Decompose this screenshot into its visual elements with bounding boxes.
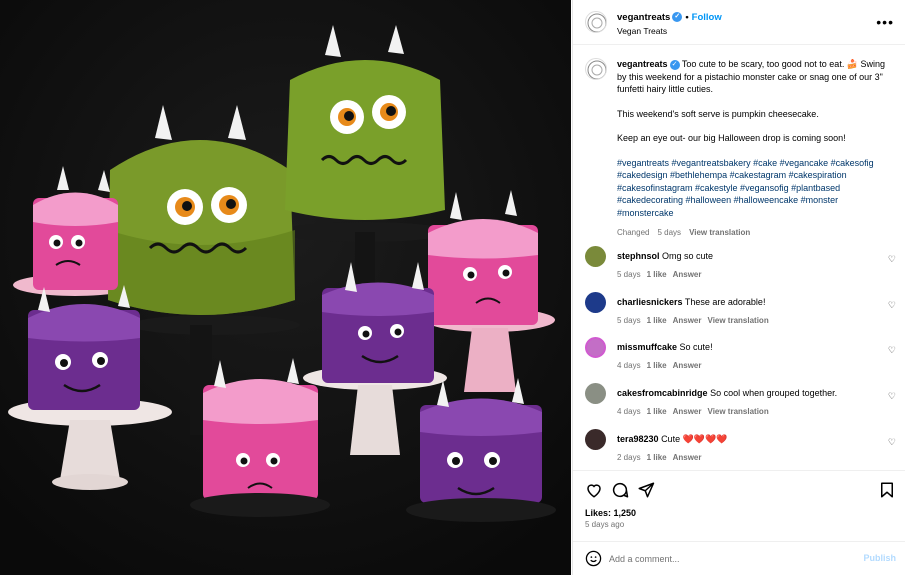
comment-likes[interactable]: 1 like bbox=[647, 453, 667, 462]
view-translation-link[interactable]: View translation bbox=[708, 407, 769, 416]
publish-button[interactable]: Publish bbox=[863, 553, 896, 563]
reply-button[interactable]: Answer bbox=[673, 407, 702, 416]
commenter-username[interactable]: charliesnickers bbox=[617, 297, 683, 307]
vegan-treats-logo-icon bbox=[587, 13, 606, 32]
add-comment-input[interactable] bbox=[609, 551, 849, 567]
post-actions bbox=[573, 470, 905, 506]
like-comment-heart-icon[interactable]: ♡ bbox=[888, 437, 896, 448]
comment-text-line: tera98230 Cute ❤️❤️❤️❤️ bbox=[617, 434, 727, 445]
comment-body: So cool when grouped together. bbox=[710, 388, 838, 398]
commenter-avatar[interactable] bbox=[585, 383, 606, 404]
comment-text-line: charliesnickers These are adorable! bbox=[617, 297, 765, 307]
follow-button[interactable]: Follow bbox=[692, 12, 722, 23]
commenter-avatar[interactable] bbox=[585, 246, 606, 267]
commenter-avatar[interactable] bbox=[585, 337, 606, 358]
comment-meta: 2 days 1 like Answer bbox=[617, 453, 708, 462]
comment-time: 2 days bbox=[617, 453, 641, 462]
caption-paragraph-1: vegantreats ✓ Too cute to be scary, too g… bbox=[617, 58, 892, 96]
comment-meta: 5 days 1 like Answer View translation bbox=[617, 316, 775, 325]
comment-item: missmuffcake So cute! 4 days 1 like Answer… bbox=[573, 337, 905, 377]
view-translation-link[interactable]: View translation bbox=[708, 316, 769, 325]
comment-item: tera98230 Cute ❤️❤️❤️❤️ 2 days 1 like Answ… bbox=[573, 429, 905, 469]
post-details-panel: vegantreats ✓ • Follow Vegan Treats ••• veg… bbox=[572, 0, 905, 575]
like-comment-heart-icon[interactable]: ♡ bbox=[888, 345, 896, 356]
share-send-icon[interactable] bbox=[637, 481, 655, 499]
comment-time: 4 days bbox=[617, 361, 641, 370]
commenter-username[interactable]: missmuffcake bbox=[617, 342, 677, 352]
save-bookmark-icon[interactable] bbox=[878, 481, 896, 499]
view-translation-link[interactable]: View translation bbox=[689, 228, 750, 237]
author-username[interactable]: vegantreats bbox=[617, 12, 670, 23]
comment-time: 5 days bbox=[617, 316, 641, 325]
comment-likes[interactable]: 1 like bbox=[647, 361, 667, 370]
commenter-username[interactable]: stephnsol bbox=[617, 251, 660, 261]
comment-item: cakesfromcabinridge So cool when grouped… bbox=[573, 383, 905, 423]
commenter-username[interactable]: cakesfromcabinridge bbox=[617, 388, 708, 398]
post-age: 5 days ago bbox=[585, 520, 625, 529]
post-header: vegantreats ✓ • Follow Vegan Treats ••• bbox=[573, 0, 905, 45]
commenter-username[interactable]: tera98230 bbox=[617, 434, 659, 444]
commenter-avatar[interactable] bbox=[585, 292, 606, 313]
reply-button[interactable]: Answer bbox=[673, 270, 702, 279]
caption-changed: Changed bbox=[617, 228, 650, 237]
comment-body: Cute ❤️❤️❤️❤️ bbox=[661, 434, 728, 444]
caption-username[interactable]: vegantreats bbox=[617, 59, 668, 69]
caption-meta: Changed 5 days View translation bbox=[617, 227, 892, 240]
add-comment-bar: Publish bbox=[573, 541, 905, 575]
comment-meta: 4 days 1 like Answer bbox=[617, 361, 708, 370]
caption-paragraph-2: This weekend's soft serve is pumpkin che… bbox=[617, 108, 819, 119]
like-comment-heart-icon[interactable]: ♡ bbox=[888, 300, 896, 311]
comment-item: stephnsol Omg so cute 5 days 1 like Answer… bbox=[573, 246, 905, 286]
caption-hashtags[interactable]: #vegantreats #vegantreatsbakery #cake #v… bbox=[617, 157, 892, 220]
author-line: vegantreats ✓ • Follow bbox=[617, 12, 722, 23]
caption-time: 5 days bbox=[657, 228, 682, 237]
monster-cakes-image bbox=[0, 0, 571, 575]
like-comment-heart-icon[interactable]: ♡ bbox=[888, 391, 896, 402]
comment-text-line: cakesfromcabinridge So cool when grouped… bbox=[617, 388, 837, 398]
comment-likes[interactable]: 1 like bbox=[647, 316, 667, 325]
comment-text-line: stephnsol Omg so cute bbox=[617, 251, 713, 261]
comment-item: charliesnickers These are adorable! 5 da… bbox=[573, 292, 905, 332]
verified-badge-icon: ✓ bbox=[669, 59, 680, 70]
comment-meta: 4 days 1 like Answer View translation bbox=[617, 407, 775, 416]
likes-count[interactable]: Likes: 1,250 bbox=[585, 508, 636, 518]
like-comment-heart-icon[interactable]: ♡ bbox=[888, 254, 896, 265]
caption-avatar[interactable] bbox=[585, 58, 607, 80]
comment-meta: 5 days 1 like Answer bbox=[617, 270, 708, 279]
post-caption: vegantreats ✓ Too cute to be scary, too g… bbox=[573, 46, 905, 240]
comment-time: 5 days bbox=[617, 270, 641, 279]
comment-likes[interactable]: 1 like bbox=[647, 407, 667, 416]
dot-separator: • bbox=[685, 12, 689, 23]
more-horizontal-icon[interactable]: ••• bbox=[876, 14, 894, 30]
post-photo[interactable] bbox=[0, 0, 571, 575]
comment-body: Omg so cute bbox=[662, 251, 714, 261]
post-location[interactable]: Vegan Treats bbox=[617, 26, 667, 36]
emoji-smiley-icon[interactable] bbox=[585, 550, 602, 567]
comment-body: So cute! bbox=[679, 342, 713, 352]
reply-button[interactable]: Answer bbox=[673, 361, 702, 370]
commenter-avatar[interactable] bbox=[585, 429, 606, 450]
caption-paragraph-3: Keep an eye out- our big Halloween drop … bbox=[617, 133, 846, 143]
like-heart-icon[interactable] bbox=[585, 481, 603, 499]
comment-body: These are adorable! bbox=[684, 297, 766, 307]
comment-time: 4 days bbox=[617, 407, 641, 416]
vegan-treats-logo-icon bbox=[587, 60, 606, 79]
reply-button[interactable]: Answer bbox=[673, 316, 702, 325]
comment-likes[interactable]: 1 like bbox=[647, 270, 667, 279]
comment-text-line: missmuffcake So cute! bbox=[617, 342, 713, 352]
reply-button[interactable]: Answer bbox=[673, 453, 702, 462]
author-avatar[interactable] bbox=[585, 11, 607, 33]
verified-badge-icon: ✓ bbox=[672, 12, 683, 23]
comment-bubble-icon[interactable] bbox=[611, 481, 629, 499]
